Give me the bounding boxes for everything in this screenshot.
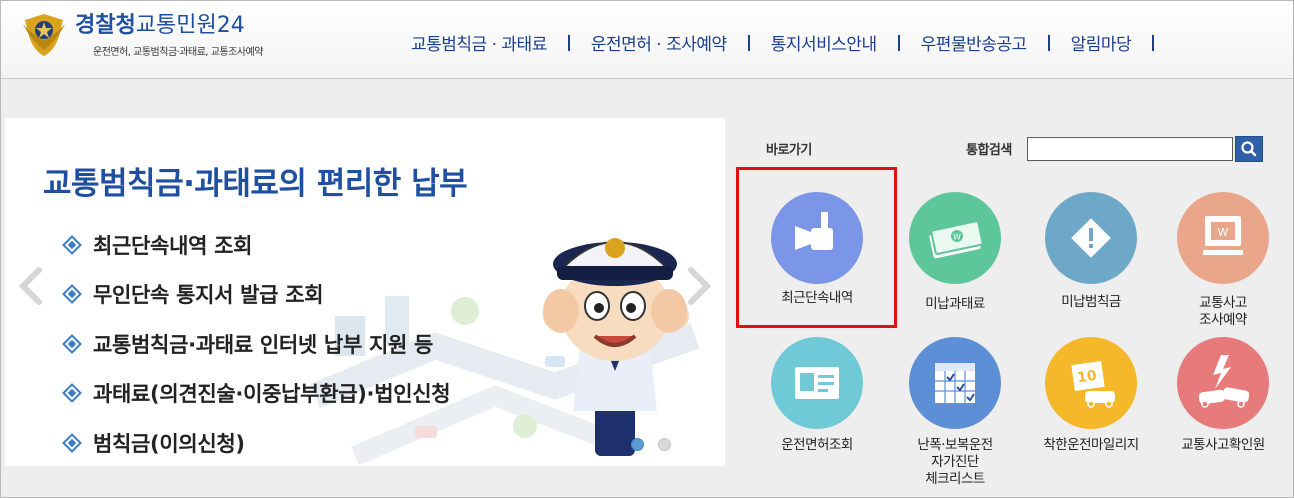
quick-icon-circle: W bbox=[1177, 192, 1269, 284]
nav-divider bbox=[1047, 34, 1050, 51]
nav-penalty-fine[interactable]: 교통범칙금 · 과태료 bbox=[411, 30, 547, 55]
quick-item-label: 미납과태료 bbox=[925, 296, 985, 312]
highlight-box bbox=[736, 167, 897, 328]
quick-icon-circle: 10 bbox=[1045, 337, 1137, 429]
logo-main: 경찰청 bbox=[75, 13, 136, 38]
quick-item-label: 교통사고 조사예약 bbox=[1199, 295, 1247, 328]
nav-returned-mail[interactable]: 우편물반송공고 bbox=[921, 30, 1027, 55]
main-nav: 교통범칙금 · 과태료 운전면허 · 조사예약 통지서비스안내 우편물반송공고 … bbox=[411, 30, 1155, 55]
quick-item-label: 착한운전마일리지 bbox=[1043, 437, 1139, 453]
quick-links-label: 바로가기 bbox=[766, 143, 812, 158]
quick-icon-circle bbox=[1045, 192, 1137, 284]
list-item: 과태료(의견진술·이중납부환급)·법인신청 bbox=[61, 369, 451, 419]
nav-license-reservation[interactable]: 운전면허 · 조사예약 bbox=[591, 30, 727, 55]
header: 경찰청교통민원24 운전면허, 교통범칙금·과태료, 교통조사예약 교통범칙금 … bbox=[1, 1, 1293, 79]
quick-item-accident-certificate[interactable]: 교통사고확인원 bbox=[1158, 337, 1288, 487]
diamond-bullet-icon bbox=[62, 383, 82, 404]
quick-item-good-driving-mileage[interactable]: 10 착한운전마일리지 bbox=[1026, 337, 1156, 487]
calendar-check-icon bbox=[935, 363, 975, 403]
list-item: 무인단속 통지서 발급 조회 bbox=[61, 270, 450, 320]
diamond-bullet-icon bbox=[62, 284, 82, 305]
monitor-icon: W bbox=[1203, 216, 1243, 255]
banner-title: 교통범칙금·과태료의 편리한 납부 bbox=[43, 166, 468, 202]
search-icon bbox=[1241, 141, 1257, 157]
quick-icon-circle bbox=[909, 337, 1001, 429]
search-button[interactable] bbox=[1235, 136, 1263, 162]
logo-service-name: 교통민원24 bbox=[135, 13, 245, 38]
quick-item-label: 운전면허조회 bbox=[781, 437, 853, 453]
list-item: 교통범칙금·과태료 인터넷 납부 지원 등 bbox=[61, 319, 450, 369]
diamond-bullet-icon bbox=[62, 333, 82, 354]
diamond-bullet-icon bbox=[62, 432, 82, 453]
warning-icon bbox=[1071, 218, 1111, 258]
main-banner[interactable]: 교통범칙금·과태료의 편리한 납부 최근단속내역 조회 무인단속 통지서 발급 … bbox=[5, 118, 725, 466]
quick-item-unpaid-fine[interactable]: W 미납과태료 bbox=[890, 192, 1020, 342]
quick-item-road-rage-checklist[interactable]: 난폭·보복운전 자가진단 체크리스트 bbox=[890, 337, 1020, 487]
banner-item-label: 교통범칙금·과태료 인터넷 납부 지원 등 bbox=[93, 332, 434, 357]
quick-item-license-lookup[interactable]: 운전면허조회 bbox=[752, 337, 882, 487]
nav-notice-service[interactable]: 통지서비스안내 bbox=[771, 30, 877, 55]
slide-dot-2[interactable] bbox=[658, 438, 671, 451]
banner-feature-list: 최근단속내역 조회 무인단속 통지서 발급 조회 교통범칙금·과태료 인터넷 납… bbox=[61, 220, 451, 466]
search-input[interactable] bbox=[1027, 137, 1233, 161]
quick-icon-circle bbox=[1177, 337, 1269, 429]
quick-item-accident-reservation[interactable]: W 교통사고 조사예약 bbox=[1158, 192, 1288, 342]
banner-item-label: 과태료(의견진술·이중납부환급)·법인신청 bbox=[93, 382, 451, 407]
license-card-icon bbox=[795, 367, 839, 399]
nav-notice-board[interactable]: 알림마당 bbox=[1071, 30, 1132, 55]
svg-text:W: W bbox=[1218, 226, 1229, 239]
banner-item-label: 범칙금(이의신청) bbox=[93, 431, 245, 456]
quick-item-unpaid-penalty[interactable]: 미납범칙금 bbox=[1026, 192, 1156, 342]
nav-divider bbox=[567, 34, 570, 51]
logo-title[interactable]: 경찰청교통민원24 bbox=[75, 13, 245, 39]
accident-icon bbox=[1198, 355, 1250, 408]
slide-indicator bbox=[631, 438, 671, 451]
list-item: 최근단속내역 조회 bbox=[61, 220, 450, 270]
nav-divider bbox=[897, 34, 900, 51]
mileage-car-icon: 10 bbox=[1071, 361, 1115, 408]
banner-item-label: 무인단속 통지서 발급 조회 bbox=[93, 283, 324, 308]
quick-item-label: 미납범칙금 bbox=[1061, 294, 1121, 310]
quick-item-label: 난폭·보복운전 자가진단 체크리스트 bbox=[917, 437, 993, 487]
slide-dot-1[interactable] bbox=[631, 438, 644, 451]
quick-icon-circle: W bbox=[909, 192, 1001, 284]
chevron-left-icon[interactable] bbox=[17, 266, 45, 306]
search-label: 통합검색 bbox=[966, 143, 1012, 158]
list-item: 범칙금(이의신청) bbox=[61, 418, 450, 466]
diamond-bullet-icon bbox=[62, 234, 82, 255]
police-emblem-icon[interactable] bbox=[19, 10, 69, 60]
nav-divider bbox=[747, 34, 750, 51]
svg-text:W: W bbox=[953, 233, 961, 242]
quick-item-label: 교통사고확인원 bbox=[1181, 437, 1265, 453]
svg-text:10: 10 bbox=[1076, 368, 1098, 387]
logo-tagline: 운전면허, 교통범칙금·과태료, 교통조사예약 bbox=[93, 47, 264, 58]
chevron-right-icon[interactable] bbox=[685, 266, 713, 306]
money-icon: W bbox=[929, 220, 984, 259]
banner-item-label: 최근단속내역 조회 bbox=[93, 233, 253, 258]
nav-divider bbox=[1152, 34, 1155, 51]
quick-icon-circle bbox=[771, 337, 863, 429]
